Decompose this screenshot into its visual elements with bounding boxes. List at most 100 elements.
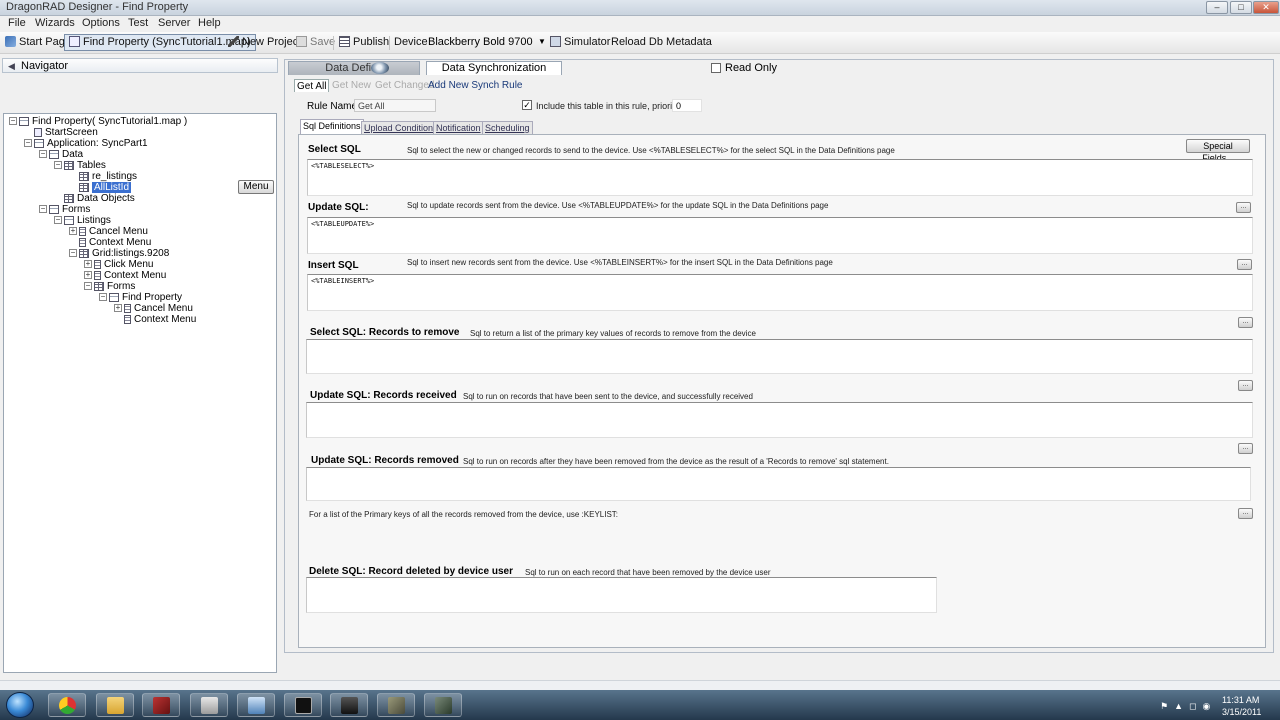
expand-icon <box>69 172 77 180</box>
select-sql-editor[interactable]: <%TABLESELECT%> <box>307 159 1253 196</box>
tree-node[interactable]: − Tables <box>54 160 106 171</box>
tree-node[interactable]: − Listings <box>54 215 111 226</box>
collapse-icon[interactable]: − <box>39 205 47 214</box>
form-icon <box>64 215 74 225</box>
folder-icon <box>107 697 124 714</box>
update-sql-editor[interactable]: <%TABLEUPDATE%> <box>307 217 1253 254</box>
tab-notification[interactable]: Notification <box>433 121 484 134</box>
chevron-down-icon[interactable]: ▼ <box>538 37 546 46</box>
clock-date[interactable]: 3/15/2011 <box>1222 707 1261 717</box>
keylist-expand-button[interactable]: ... <box>1238 508 1253 519</box>
include-table-checkbox[interactable]: ✓ <box>522 100 532 110</box>
read-only-checkbox[interactable] <box>711 63 721 73</box>
tab-scheduling[interactable]: Scheduling <box>482 121 533 134</box>
tab-sql-definitions[interactable]: Sql Definitions <box>300 119 364 134</box>
tree-node[interactable]: + Cancel Menu <box>114 303 193 314</box>
start-button[interactable] <box>6 692 34 718</box>
device-select[interactable]: Blackberry Bold 9700 <box>426 35 548 51</box>
taskbar-tool[interactable] <box>424 693 462 717</box>
insert-sql-editor[interactable]: <%TABLEINSERT%> <box>307 274 1253 311</box>
tree-node[interactable]: − Data <box>39 149 83 160</box>
tree-node[interactable]: − Forms <box>84 281 135 292</box>
collapse-icon[interactable]: − <box>9 117 17 126</box>
save-button[interactable]: Save <box>296 36 335 48</box>
menu-test[interactable]: Test <box>128 17 148 29</box>
records-received-editor[interactable] <box>306 402 1253 438</box>
tree-node[interactable]: AllListId <box>69 182 132 193</box>
tab-upload-conditions[interactable]: Upload Conditions <box>361 121 441 134</box>
taskbar-device[interactable] <box>330 693 368 717</box>
menu-wizards[interactable]: Wizards <box>35 17 75 29</box>
close-button[interactable]: ✕ <box>1253 1 1279 14</box>
tree-node[interactable]: Context Menu <box>114 314 196 325</box>
menu-file[interactable]: File <box>8 17 26 29</box>
tree-node[interactable]: + Context Menu <box>84 270 166 281</box>
priority-input[interactable]: 0 <box>672 99 702 112</box>
current-file-label: Find Property (SyncTutorial1.map) <box>83 36 251 48</box>
rule-name-input[interactable]: Get All <box>354 99 436 112</box>
records-removed-expand-button[interactable]: ... <box>1238 443 1253 454</box>
collapse-icon[interactable]: − <box>24 139 32 148</box>
tree-node-label: Forms <box>107 281 136 292</box>
records-to-remove-editor[interactable] <box>306 339 1253 374</box>
taskbar-chrome[interactable] <box>48 693 86 717</box>
tree-node[interactable]: − Application: SyncPart1 <box>24 138 148 149</box>
expand-icon[interactable]: + <box>84 260 92 269</box>
minimize-button[interactable]: – <box>1206 1 1228 14</box>
tab-data-synchronization[interactable]: Data Synchronization <box>426 61 562 75</box>
tree-node[interactable]: Context Menu <box>69 237 151 248</box>
tree-node[interactable]: Data Objects <box>54 193 135 204</box>
tab-get-changed[interactable]: Get Changed <box>375 80 435 91</box>
tab-get-all[interactable]: Get All <box>294 79 330 92</box>
taskbar-explorer[interactable] <box>96 693 134 717</box>
simulator-button[interactable]: Simulator <box>550 36 610 48</box>
tree-node[interactable]: − Forms <box>39 204 90 215</box>
tab-data-definitions[interactable]: Data Definit <box>288 61 420 75</box>
system-tray-icons[interactable]: ⚑▲◻◉ <box>1160 701 1216 712</box>
expand-icon[interactable]: + <box>114 304 122 313</box>
taskbar-dragonrad[interactable] <box>142 693 180 717</box>
current-file-tab[interactable]: Find Property (SyncTutorial1.map) <box>64 34 256 51</box>
navigator-title: Navigator <box>21 60 69 72</box>
taskbar-console[interactable] <box>284 693 322 717</box>
menu-options[interactable]: Options <box>82 17 120 29</box>
taskbar-files[interactable] <box>190 693 228 717</box>
records-to-remove-expand-button[interactable]: ... <box>1238 317 1253 328</box>
collapse-icon[interactable]: − <box>54 161 62 170</box>
menu-help[interactable]: Help <box>198 17 221 29</box>
collapse-icon[interactable]: − <box>99 293 107 302</box>
tree-node-label: Listings <box>77 215 111 226</box>
delete-sql-editor[interactable] <box>306 577 937 613</box>
tree-node[interactable]: − Grid:listings.9208 <box>69 248 169 259</box>
tree-node[interactable]: − Find Property <box>99 292 182 303</box>
insert-sql-expand-button[interactable]: ... <box>1237 259 1252 270</box>
start-page-button[interactable]: Start Page <box>5 36 71 48</box>
records-received-expand-button[interactable]: ... <box>1238 380 1253 391</box>
taskbar-designer[interactable] <box>237 693 275 717</box>
expand-icon[interactable]: + <box>84 271 92 280</box>
tree-node[interactable]: + Click Menu <box>84 259 153 270</box>
tree-node[interactable]: + Cancel Menu <box>69 226 148 237</box>
tree-node[interactable]: − Find Property( SyncTutorial1.map ) <box>9 116 187 127</box>
collapse-icon[interactable]: − <box>69 249 77 258</box>
collapse-icon[interactable]: − <box>84 282 92 291</box>
taskbar-app[interactable] <box>377 693 415 717</box>
tree-node[interactable]: re_listings <box>69 171 137 182</box>
publish-button[interactable]: Publish <box>339 36 389 48</box>
new-project-button[interactable]: New Project <box>228 36 301 48</box>
add-sync-rule-link[interactable]: Add New Synch Rule <box>428 80 523 91</box>
clock-time[interactable]: 11:31 AM <box>1222 695 1259 705</box>
menu-server[interactable]: Server <box>158 17 190 29</box>
tree-menu-button[interactable]: Menu <box>238 180 274 194</box>
tab-get-new[interactable]: Get New <box>332 80 371 91</box>
expand-icon[interactable]: + <box>69 227 77 236</box>
pin-icon[interactable]: ◀ <box>8 61 15 72</box>
collapse-icon[interactable]: − <box>54 216 62 225</box>
special-fields-button[interactable]: Special Fields... <box>1186 139 1250 163</box>
update-sql-expand-button[interactable]: ... <box>1236 202 1251 213</box>
records-removed-editor[interactable] <box>306 467 1251 501</box>
tree-node[interactable]: StartScreen <box>24 127 98 138</box>
maximize-button[interactable]: □ <box>1230 1 1252 14</box>
reload-metadata-button[interactable]: Reload Db Metadata <box>611 36 712 48</box>
collapse-icon[interactable]: − <box>39 150 47 159</box>
